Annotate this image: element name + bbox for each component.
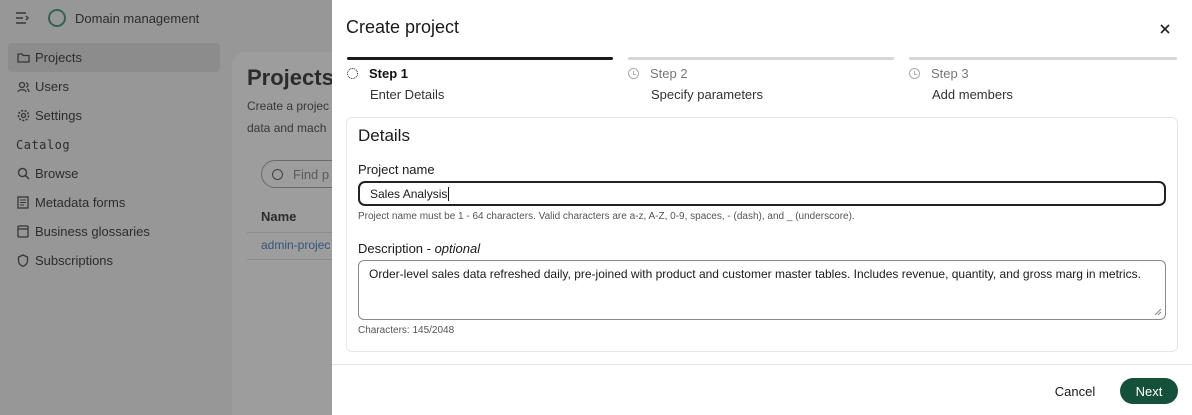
optional-tag: optional (434, 241, 481, 256)
project-name-input[interactable]: Sales Analysis (358, 181, 1166, 206)
description-value: Order-level sales data refreshed daily, … (369, 267, 1141, 281)
clock-icon (909, 68, 920, 79)
step-label: Step 1 (369, 66, 409, 81)
footer-divider (332, 364, 1192, 365)
details-title: Details (358, 126, 410, 145)
text-caret (448, 186, 450, 201)
resize-handle-icon[interactable] (1154, 308, 1162, 316)
step-label: Step 2 (650, 66, 688, 81)
in-progress-icon (347, 68, 358, 79)
step-progress-bar (347, 57, 613, 60)
step-progress-bar (909, 57, 1177, 60)
step-subtitle: Add members (932, 87, 1013, 102)
project-name-value: Sales Analysis (370, 186, 448, 201)
step-1[interactable]: Step 1 Enter Details (347, 57, 613, 107)
details-panel: Details Project name Sales Analysis Proj… (346, 117, 1178, 352)
step-progress-bar (628, 57, 894, 60)
project-name-hint: Project name must be 1 - 64 characters. … (358, 211, 855, 222)
step-subtitle: Specify parameters (651, 87, 763, 102)
char-count: Characters: 145/2048 (358, 325, 455, 336)
description-label-text: Description - (358, 241, 435, 256)
close-icon[interactable] (1157, 21, 1173, 37)
description-textarea[interactable]: Order-level sales data refreshed daily, … (358, 260, 1166, 320)
modal-title: Create project (346, 17, 460, 37)
step-label: Step 3 (931, 66, 969, 81)
cancel-button[interactable]: Cancel (1044, 378, 1106, 404)
step-2[interactable]: Step 2 Specify parameters (628, 57, 894, 107)
description-label: Description - optional (358, 241, 480, 256)
project-name-label: Project name (358, 162, 435, 177)
clock-icon (628, 68, 639, 79)
create-project-modal: Create project Step 1 Enter Details Step… (332, 0, 1192, 415)
step-3[interactable]: Step 3 Add members (909, 57, 1177, 107)
next-button[interactable]: Next (1120, 378, 1178, 404)
wizard-steps: Step 1 Enter Details Step 2 Specify para… (347, 57, 1177, 107)
step-subtitle: Enter Details (370, 87, 445, 102)
